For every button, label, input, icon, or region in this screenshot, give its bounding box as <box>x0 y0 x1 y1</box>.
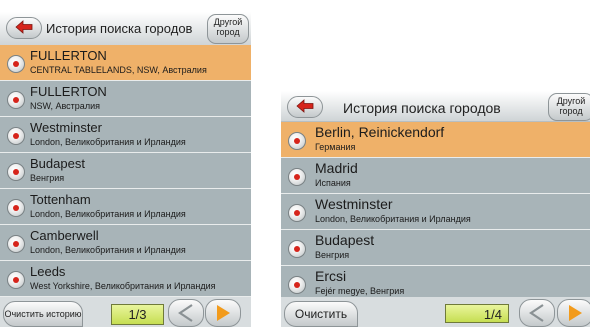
city-region: CENTRAL TABLELANDS, NSW, Австралия <box>30 65 207 75</box>
header-bar: История поиска городов Другой город <box>0 12 251 46</box>
back-button[interactable] <box>6 17 42 39</box>
list-item[interactable]: Madrid Испания <box>281 158 590 194</box>
prev-page-button[interactable] <box>519 299 555 327</box>
city-name: Budapest <box>315 232 375 248</box>
list-item[interactable]: Berlin, Reinickendorf Германия <box>281 122 590 158</box>
city-region: Испания <box>315 178 351 188</box>
back-arrow-icon <box>296 99 314 113</box>
footer-bar: Очистить историю 1/3 <box>0 297 251 327</box>
city-region: London, Великобритания и Ирландия <box>315 214 471 224</box>
list-item[interactable]: Camberwell London, Великобритания и Ирлан… <box>0 225 251 261</box>
city-list: FULLERTON CENTRAL TABLELANDS, NSW, Австра… <box>0 45 251 297</box>
back-arrow-icon <box>15 20 33 34</box>
city-region: NSW, Австралия <box>30 101 100 111</box>
city-name: Camberwell <box>30 228 99 243</box>
city-region: Fejér megye, Венгрия <box>315 286 405 296</box>
city-name: Berlin, Reinickendorf <box>315 124 445 140</box>
city-name: Tottenham <box>30 192 91 207</box>
city-region: West Yorkshire, Великобритания и Ирланди… <box>30 281 216 291</box>
pin-icon <box>7 235 25 253</box>
clear-history-button[interactable]: Очистить историю <box>3 301 83 327</box>
city-history-screen-a: История поиска городов Другой город FULL… <box>0 12 251 327</box>
pin-icon <box>7 271 25 289</box>
list-item[interactable]: Budapest Венгрия <box>0 153 251 189</box>
chevron-left-icon <box>178 304 193 322</box>
pin-icon <box>7 55 25 73</box>
city-name: Westminster <box>30 120 102 135</box>
other-city-button[interactable]: Другой город <box>207 14 249 44</box>
prev-page-button[interactable] <box>168 299 204 327</box>
city-region: Германия <box>315 142 356 152</box>
pin-icon <box>288 132 306 150</box>
page-indicator: 1/4 <box>445 304 509 323</box>
chevron-left-icon <box>529 304 544 322</box>
other-city-button[interactable]: Другой город <box>548 93 590 121</box>
list-item[interactable]: FULLERTON NSW, Австралия <box>0 81 251 117</box>
footer-bar: Очистить 1/4 <box>281 297 590 327</box>
city-list: Berlin, Reinickendorf Германия Madrid Испа… <box>281 122 590 302</box>
next-page-button[interactable] <box>205 299 241 327</box>
list-item[interactable]: Westminster London, Великобритания и Ирла… <box>0 117 251 153</box>
list-item[interactable]: Westminster London, Великобритания и Ирла… <box>281 194 590 230</box>
pin-icon <box>7 199 25 217</box>
page-title: История поиска городов <box>343 100 501 116</box>
list-item[interactable]: Budapest Венгрия <box>281 230 590 266</box>
pin-icon <box>288 276 306 294</box>
next-page-button[interactable] <box>557 299 590 327</box>
city-region: Венгрия <box>30 173 65 183</box>
city-name: Leeds <box>30 264 66 279</box>
header-bar: История поиска городов Другой город <box>281 91 590 122</box>
city-name: FULLERTON <box>30 48 107 63</box>
city-region: London, Великобритания и Ирландия <box>30 137 186 147</box>
city-history-screen-b: История поиска городов Другой город Berl… <box>281 91 590 327</box>
page-title: История поиска городов <box>46 21 193 36</box>
city-name: Ercsi <box>315 268 347 284</box>
city-region: London, Великобритания и Ирландия <box>30 209 186 219</box>
page-indicator: 1/3 <box>111 304 164 325</box>
pin-icon <box>288 240 306 258</box>
pin-icon <box>288 204 306 222</box>
pin-icon <box>7 91 25 109</box>
clear-button[interactable]: Очистить <box>284 301 358 327</box>
city-name: Westminster <box>315 196 393 212</box>
pin-icon <box>288 168 306 186</box>
play-right-icon <box>569 305 582 321</box>
city-name: FULLERTON <box>30 84 107 99</box>
list-item[interactable]: Tottenham London, Великобритания и Ирланд… <box>0 189 251 225</box>
list-item[interactable]: FULLERTON CENTRAL TABLELANDS, NSW, Австра… <box>0 45 251 81</box>
city-name: Budapest <box>30 156 85 171</box>
play-right-icon <box>217 305 230 321</box>
pin-icon <box>7 127 25 145</box>
city-region: London, Великобритания и Ирландия <box>30 245 186 255</box>
city-name: Madrid <box>315 160 358 176</box>
back-button[interactable] <box>287 96 323 118</box>
city-region: Венгрия <box>315 250 350 260</box>
pin-icon <box>7 163 25 181</box>
list-item[interactable]: Leeds West Yorkshire, Великобритания и Ир… <box>0 261 251 297</box>
